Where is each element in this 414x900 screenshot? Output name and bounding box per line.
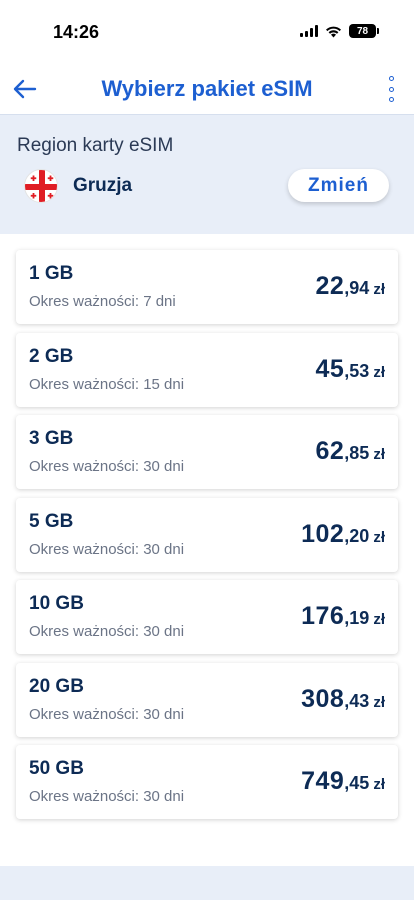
package-validity: Okres ważności: 30 dni bbox=[29, 541, 185, 558]
page-title: Wybierz pakiet eSIM bbox=[101, 76, 313, 101]
price-currency: zł bbox=[373, 281, 385, 298]
price-integer: 45 bbox=[315, 355, 345, 383]
package-validity: Okres ważności: 30 dni bbox=[29, 623, 185, 640]
package-card[interactable]: 3 GB Okres ważności: 30 dni 62,85 zł bbox=[16, 415, 398, 489]
battery-level: 78 bbox=[356, 25, 369, 37]
package-card[interactable]: 10 GB Okres ważności: 30 dni 176,19 zł bbox=[16, 580, 398, 654]
status-bar: 14:26 78 bbox=[0, 0, 414, 64]
package-price: 45,53 zł bbox=[315, 355, 385, 384]
status-time: 14:26 bbox=[53, 22, 100, 42]
region-label: Region karty eSIM bbox=[17, 135, 174, 156]
price-integer: 308 bbox=[301, 685, 345, 713]
price-currency: zł bbox=[373, 611, 385, 628]
package-size: 20 GB bbox=[29, 676, 84, 697]
package-validity: Okres ważności: 7 dni bbox=[29, 293, 176, 310]
package-size: 10 GB bbox=[29, 593, 84, 614]
dot bbox=[388, 86, 394, 92]
package-card[interactable]: 5 GB Okres ważności: 30 dni 102,20 zł bbox=[16, 498, 398, 572]
price-decimal: ,53 bbox=[344, 361, 370, 381]
package-card[interactable]: 1 GB Okres ważności: 7 dni 22,94 zł bbox=[16, 250, 398, 324]
price-currency: zł bbox=[373, 694, 385, 711]
price-integer: 102 bbox=[301, 520, 345, 548]
dot bbox=[388, 97, 394, 102]
package-validity: Okres ważności: 30 dni bbox=[29, 788, 185, 805]
price-decimal: ,94 bbox=[344, 278, 370, 298]
price-decimal: ,85 bbox=[344, 443, 370, 463]
price-integer: 749 bbox=[301, 767, 345, 795]
more-options-button[interactable] bbox=[386, 76, 396, 102]
package-price: 102,20 zł bbox=[301, 520, 385, 549]
package-size: 3 GB bbox=[29, 428, 74, 449]
package-price: 749,45 zł bbox=[301, 767, 385, 796]
region-country: Gruzja bbox=[73, 175, 133, 196]
package-price: 62,85 zł bbox=[315, 437, 385, 466]
price-integer: 176 bbox=[301, 602, 345, 630]
package-size: 5 GB bbox=[29, 511, 74, 532]
region-section: Region karty eSIM Gruzja Zmień bbox=[0, 114, 414, 234]
package-price: 176,19 zł bbox=[301, 602, 385, 631]
package-validity: Okres ważności: 15 dni bbox=[29, 376, 185, 393]
package-size: 2 GB bbox=[29, 346, 74, 367]
vertical-dots-icon bbox=[388, 76, 394, 81]
package-size: 50 GB bbox=[29, 758, 84, 779]
change-region-button[interactable]: Zmień bbox=[288, 169, 389, 202]
bottom-bar bbox=[0, 866, 414, 900]
price-currency: zł bbox=[373, 446, 385, 463]
package-card[interactable]: 2 GB Okres ważności: 15 dni 45,53 zł bbox=[16, 333, 398, 407]
price-currency: zł bbox=[373, 529, 385, 546]
price-decimal: ,19 bbox=[344, 608, 370, 628]
package-validity: Okres ważności: 30 dni bbox=[29, 458, 185, 475]
app-header: Wybierz pakiet eSIM bbox=[0, 64, 414, 114]
wifi-icon bbox=[326, 26, 341, 37]
price-decimal: ,43 bbox=[344, 691, 370, 711]
price-currency: zł bbox=[373, 364, 385, 381]
georgia-flag-icon bbox=[24, 169, 58, 203]
package-list: 1 GB Okres ważności: 7 dni 22,94 zł 2 GB Okre… bbox=[0, 234, 414, 866]
package-card[interactable]: 20 GB Okres ważności: 30 dni 308,43 zł bbox=[16, 663, 398, 737]
price-integer: 22 bbox=[315, 272, 345, 300]
package-price: 22,94 zł bbox=[315, 272, 385, 301]
price-decimal: ,45 bbox=[344, 773, 370, 793]
package-card[interactable]: 50 GB Okres ważności: 30 dni 749,45 zł bbox=[16, 745, 398, 819]
status-icons: 78 bbox=[300, 24, 379, 38]
package-price: 308,43 zł bbox=[301, 685, 385, 714]
price-currency: zł bbox=[373, 776, 385, 793]
price-decimal: ,20 bbox=[344, 526, 370, 546]
price-integer: 62 bbox=[315, 437, 345, 465]
package-validity: Okres ważności: 30 dni bbox=[29, 706, 185, 723]
package-size: 1 GB bbox=[29, 263, 74, 284]
battery-icon: 78 bbox=[349, 24, 379, 38]
cellular-signal-icon bbox=[300, 25, 318, 37]
